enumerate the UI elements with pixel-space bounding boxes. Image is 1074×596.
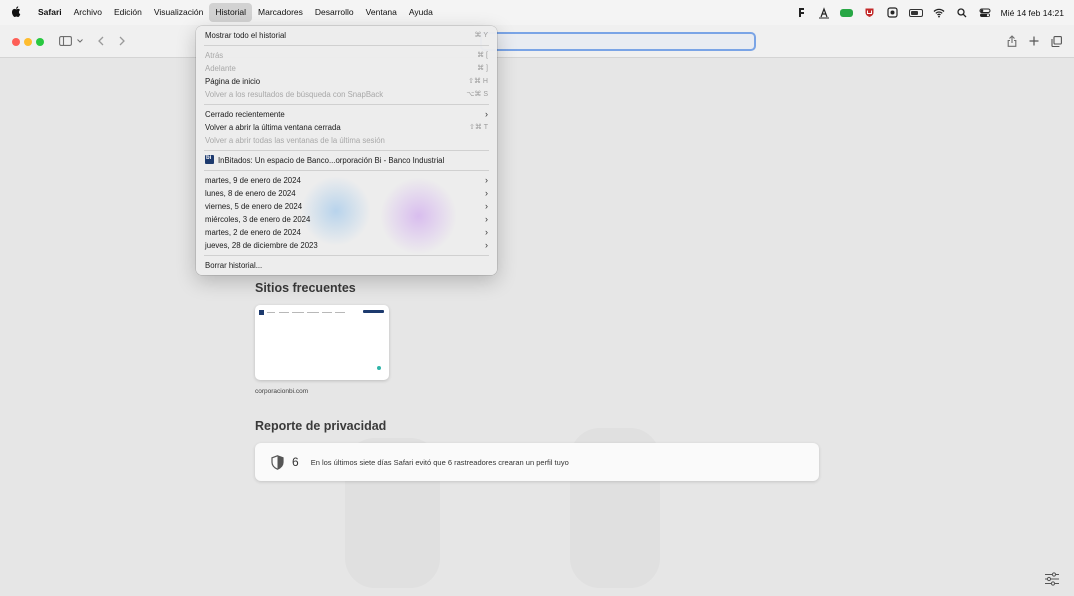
chevron-right-icon: › <box>485 188 488 198</box>
minimize-window-button[interactable] <box>24 38 32 46</box>
menu-desarrollo[interactable]: Desarrollo <box>309 3 360 22</box>
safari-toolbar <box>0 25 1074 58</box>
menu-item-clear-history[interactable]: Borrar historial... <box>196 259 497 272</box>
frequent-site-tile[interactable] <box>255 305 389 380</box>
menu-separator <box>204 170 489 171</box>
shortcut-label: ⇧⌘ T <box>469 124 488 131</box>
menu-separator <box>204 45 489 46</box>
menu-visualizacion[interactable]: Visualización <box>148 3 209 22</box>
menu-separator <box>204 104 489 105</box>
text-f-icon[interactable] <box>794 6 808 20</box>
shortcut-label: ⌘ ] <box>477 65 488 72</box>
chevron-right-icon: › <box>485 201 488 211</box>
shield-app-icon[interactable] <box>863 6 877 20</box>
status-area: Mié 14 feb 14:21 <box>794 0 1064 25</box>
menu-item-reopen-last-window[interactable]: Volver a abrir la última ventana cerrada… <box>196 121 497 134</box>
menu-separator <box>204 150 489 151</box>
shield-icon <box>270 454 284 470</box>
share-icon[interactable] <box>1006 33 1018 49</box>
shortcut-label: ⌘ Y <box>474 32 489 39</box>
tracker-count: 6 <box>292 455 299 469</box>
menu-item-snapback: Volver a los resultados de búsqueda con … <box>205 90 488 99</box>
chat-bubble-icon <box>377 366 381 370</box>
menu-item-home-page[interactable]: Página de inicio ⇧⌘ H <box>196 75 497 88</box>
chevron-right-icon: › <box>485 109 488 119</box>
customize-start-page-icon[interactable] <box>1044 572 1060 586</box>
menu-item-history-day[interactable]: jueves, 28 de diciembre de 2023 › <box>196 239 497 252</box>
bi-favicon-icon <box>205 152 214 165</box>
new-tab-icon[interactable] <box>1028 33 1040 49</box>
forward-icon[interactable] <box>117 33 127 49</box>
zoom-window-button[interactable] <box>36 38 44 46</box>
wifi-icon[interactable] <box>932 6 946 20</box>
battery-icon[interactable] <box>908 6 923 20</box>
search-icon[interactable] <box>955 6 969 20</box>
menu-item-history-day[interactable]: lunes, 8 de enero de 2024 › <box>196 187 497 200</box>
menu-archivo[interactable]: Archivo <box>68 3 108 22</box>
privacy-report-card[interactable]: 6 En los últimos siete días Safari evitó… <box>255 443 819 481</box>
apple-menu-icon[interactable] <box>0 5 32 20</box>
menu-item-history-day[interactable]: viernes, 5 de enero de 2024 › <box>196 200 497 213</box>
start-page <box>0 58 1074 596</box>
menu-item-history-day[interactable]: miércoles, 3 de enero de 2024 › <box>196 213 497 226</box>
chevron-right-icon: › <box>485 240 488 250</box>
menu-item-forward: Adelante ⌘ ] <box>205 64 488 73</box>
menu-safari[interactable]: Safari <box>32 3 68 22</box>
frequent-site-caption[interactable]: corporacionbi.com <box>255 388 308 395</box>
menu-item-show-all-history[interactable]: Mostrar todo el historial ⌘ Y <box>196 29 497 42</box>
menu-marcadores[interactable]: Marcadores <box>252 3 309 22</box>
menu-bar: Safari Archivo Edición Visualización His… <box>0 0 1074 25</box>
chevron-right-icon: › <box>485 175 488 185</box>
privacy-report-title: Reporte de privacidad <box>255 419 387 433</box>
site-logo-icon <box>259 310 264 315</box>
shortcut-label: ⇧⌘ H <box>468 78 488 85</box>
accessibility-icon[interactable] <box>817 6 831 20</box>
battery-charge-icon[interactable] <box>840 6 854 20</box>
menu-item-history-day[interactable]: martes, 2 de enero de 2024 › <box>196 226 497 239</box>
address-bar[interactable] <box>480 32 756 51</box>
tab-overview-icon[interactable] <box>1050 33 1062 49</box>
back-icon[interactable] <box>96 33 106 49</box>
square-app-icon[interactable] <box>886 6 900 20</box>
menu-item-back: Atrás ⌘ [ <box>205 51 488 60</box>
menu-item-history-page[interactable]: InBitados: Un espacio de Banco...orporac… <box>196 152 497 167</box>
shortcut-label: ⌥⌘ S <box>466 91 488 98</box>
sidebar-icon[interactable] <box>58 33 72 49</box>
menu-item-reopen-all-windows: Volver a abrir todas las ventanas de la … <box>205 136 385 145</box>
menu-ventana[interactable]: Ventana <box>360 3 403 22</box>
control-center-icon[interactable] <box>978 6 992 20</box>
close-window-button[interactable] <box>12 38 20 46</box>
menu-ayuda[interactable]: Ayuda <box>403 3 439 22</box>
menu-item-recently-closed[interactable]: Cerrado recientemente › <box>196 108 497 121</box>
menu-edicion[interactable]: Edición <box>108 3 148 22</box>
sidebar-chevron-down-icon[interactable] <box>76 33 84 49</box>
site-cta-button <box>363 310 384 313</box>
chevron-right-icon: › <box>485 227 488 237</box>
menu-separator <box>204 255 489 256</box>
clock[interactable]: Mié 14 feb 14:21 <box>1001 8 1064 18</box>
chevron-right-icon: › <box>485 214 488 224</box>
shortcut-label: ⌘ [ <box>477 52 488 59</box>
history-menu: Mostrar todo el historial ⌘ Y Atrás ⌘ [ … <box>196 26 497 275</box>
menu-historial[interactable]: Historial <box>209 3 253 22</box>
frequent-sites-title: Sitios frecuentes <box>255 281 356 295</box>
menu-item-history-day[interactable]: martes, 9 de enero de 2024 › <box>196 174 497 187</box>
privacy-message: En los últimos siete días Safari evitó q… <box>310 457 569 467</box>
